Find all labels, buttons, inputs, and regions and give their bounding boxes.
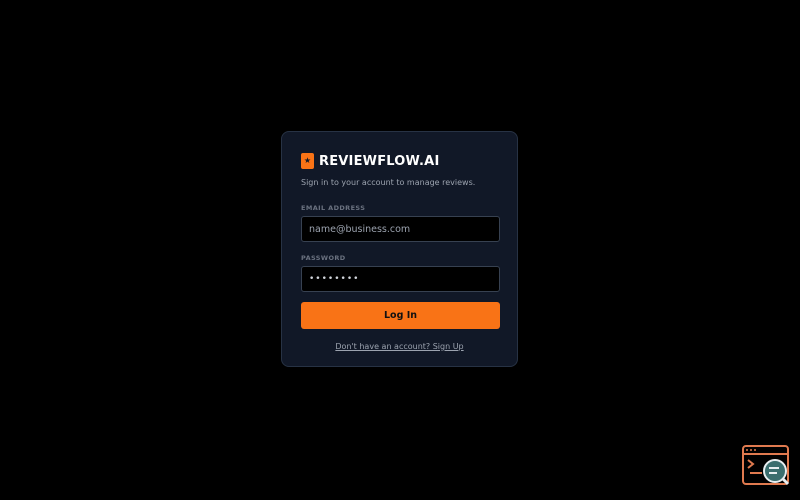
page: ★ REVIEWFLOW.AI Sign in to your account …: [0, 0, 800, 500]
brand-name: REVIEWFLOW.AI: [319, 153, 440, 169]
email-input[interactable]: [301, 216, 500, 242]
signup-link[interactable]: Don't have an account? Sign Up: [301, 342, 498, 351]
terminal-search-icon[interactable]: [742, 445, 790, 487]
password-input[interactable]: [301, 266, 500, 292]
star-icon: ★: [301, 153, 314, 169]
brand-header: ★ REVIEWFLOW.AI: [301, 152, 498, 170]
login-subtitle: Sign in to your account to manage review…: [301, 178, 476, 187]
password-label: PASSWORD: [301, 254, 346, 262]
login-card: ★ REVIEWFLOW.AI Sign in to your account …: [281, 131, 518, 367]
login-button[interactable]: Log In: [301, 302, 500, 329]
email-label: EMAIL ADDRESS: [301, 204, 366, 212]
